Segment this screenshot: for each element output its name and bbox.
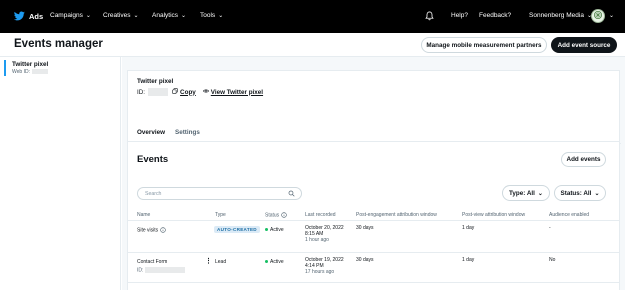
col-type[interactable]: Type [215,212,226,218]
eye-icon[interactable] [202,88,209,96]
avatar-icon [593,10,603,22]
event-id-label: ID: [137,267,144,274]
bird-logo-icon [13,10,25,23]
status-label: Active [270,227,284,233]
event-name[interactable]: Contact Form [137,259,167,265]
nav-campaigns[interactable]: Campaigns ⌄ [50,12,91,19]
bell-icon[interactable] [425,11,434,21]
active-indicator [4,60,6,76]
info-icon[interactable] [280,212,287,218]
account-menu[interactable]: Sonnenberg Media ⌄ [529,12,592,19]
post-view-window: 1 day [462,257,475,263]
nav-label: Tools [200,12,216,19]
status-dot-icon [265,228,268,232]
status-label: Active [270,259,284,265]
col-name[interactable]: Name [137,212,150,218]
nav-label: Campaigns [50,12,83,19]
pixel-id-label: ID: [137,88,146,96]
copy-link[interactable]: Copy [180,89,196,96]
chevron-down-icon: ⌄ [594,190,600,197]
status-active: Active [265,227,284,233]
nav-label: Creatives [103,12,131,19]
post-engagement-window: 30 days [356,225,374,231]
chevron-down-icon: ⌄ [133,13,139,19]
sidebar-item-subtitle: Web ID: [12,69,48,75]
col-audience[interactable]: Audience enabled [549,212,589,218]
add-events-button[interactable]: Add events [561,152,606,167]
web-id-label: Web ID: [12,69,30,75]
more-options-icon[interactable]: ⋮ [205,257,212,265]
audience-enabled: - [549,225,551,231]
sidebar-item-label: Twitter pixel [12,61,49,68]
last-recorded-ago: 1 hour ago [305,237,329,243]
view-pixel-link[interactable]: View Twitter pixel [211,89,263,96]
type-badge: AUTO-CREATED [214,226,260,233]
redacted-id [31,69,48,75]
copy-icon[interactable] [172,88,178,96]
last-recorded-ago: 17 hours ago [305,269,335,275]
table-row[interactable]: Site visits AUTO-CREATED Active October … [128,221,619,253]
manage-mmp-button[interactable]: Manage mobile measurement partners [421,37,547,53]
audience-enabled: No [549,257,556,263]
avatar[interactable] [591,9,605,23]
chevron-down-icon: ⌄ [218,13,224,19]
events-title: Events [137,154,169,165]
chevron-down-icon: ⌄ [537,190,543,197]
chevron-down-icon[interactable]: ⌄ [609,12,614,19]
account-name: Sonnenberg Media [529,12,584,19]
pixel-id-row: ID: Copy View Twitter pixel [137,88,263,96]
post-view-window: 1 day [462,225,475,231]
events-card: Events Add events Search Type: All ⌄ Stat… [127,141,620,290]
search-icon[interactable] [288,190,295,199]
search-input[interactable]: Search [137,187,302,200]
brand-label: Ads [29,12,44,21]
status-active: Active [265,259,284,265]
chevron-down-icon: ⌄ [85,13,91,19]
event-name-label: Site visits [137,227,159,234]
chevron-down-icon: ⌄ [181,13,187,19]
event-id: ID: [137,267,186,274]
help-link[interactable]: Help? [451,12,468,19]
redacted-pixel-id [148,88,169,96]
col-post-engagement[interactable]: Post-engagement attribution window [356,212,437,218]
nav-analytics[interactable]: Analytics ⌄ [152,12,186,19]
event-type: Lead [215,259,227,265]
sidebar: Twitter pixel Web ID: [0,57,121,290]
status-filter[interactable]: Status: All ⌄ [554,185,606,201]
pixel-name: Twitter pixel [137,78,174,85]
table-row[interactable]: Contact Form ID: ⋮ Lead Active October 1… [128,253,619,283]
post-engagement-window: 30 days [356,257,374,263]
status-dot-icon [265,260,268,264]
redacted-event-id [145,267,186,273]
page-title: Events manager [14,38,103,50]
event-name[interactable]: Site visits [137,227,166,233]
search-placeholder: Search [145,191,162,197]
tab-overview[interactable]: Overview [137,129,165,136]
top-nav-bar: Ads Campaigns ⌄ Creatives ⌄ Analytics ⌄ Too… [0,0,625,33]
col-status-label: Status [265,212,280,219]
nav-label: Analytics [152,12,179,19]
nav-tools[interactable]: Tools ⌄ [200,12,223,19]
status-filter-label: Status: All [560,189,592,197]
type-filter-label: Type: All [509,189,535,197]
feedback-link[interactable]: Feedback? [479,12,511,19]
info-icon[interactable] [159,227,166,233]
add-event-source-button[interactable]: Add event source [551,37,617,53]
main-content: Twitter pixel ID: Copy View Twitter pixe… [122,57,625,290]
nav-creatives[interactable]: Creatives ⌄ [103,12,139,19]
col-post-view[interactable]: Post-view attribution window [462,212,525,218]
col-last-recorded[interactable]: Last recorded [305,212,336,218]
col-status[interactable]: Status [265,212,287,218]
table-header: Name Type Status Last recorded Post-enga… [128,207,619,221]
type-filter[interactable]: Type: All ⌄ [502,185,550,201]
brand[interactable]: Ads [13,10,44,23]
sidebar-item-twitter-pixel[interactable]: Twitter pixel Web ID: [4,60,118,77]
tab-settings[interactable]: Settings [175,129,200,136]
